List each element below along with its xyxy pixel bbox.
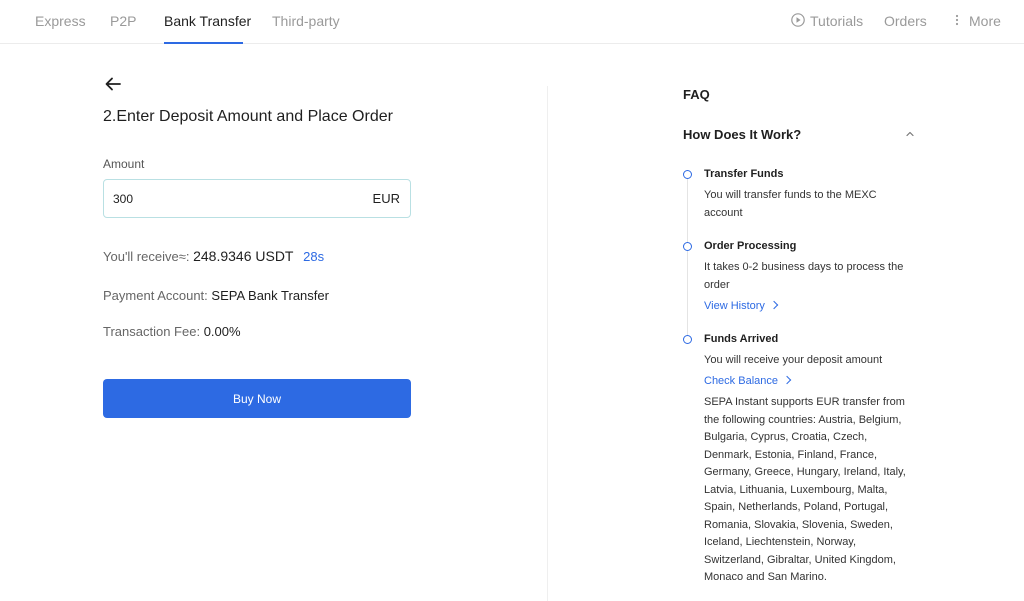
tab-bank-transfer[interactable]: Bank Transfer	[164, 13, 251, 29]
payment-value: SEPA Bank Transfer	[211, 288, 329, 303]
step-desc-order-processing: It takes 0-2 business days to process th…	[704, 261, 904, 291]
fee-label: Transaction Fee:	[103, 324, 201, 339]
page-title: 2.Enter Deposit Amount and Place Order	[103, 108, 393, 125]
check-balance-link[interactable]: Check Balance	[704, 375, 792, 387]
fee-row: Transaction Fee: 0.00%	[103, 324, 241, 339]
check-balance-label: Check Balance	[704, 375, 778, 387]
orders-link[interactable]: Orders	[884, 13, 927, 29]
play-circle-icon[interactable]	[791, 13, 805, 27]
amount-label: Amount	[103, 157, 145, 171]
amount-currency: EUR	[372, 191, 400, 206]
receive-label: You'll receive≈:	[103, 249, 190, 264]
step-dot	[683, 242, 692, 251]
amount-input[interactable]	[113, 180, 353, 217]
column-divider	[547, 86, 548, 601]
tab-third-party[interactable]: Third-party	[272, 13, 340, 29]
chevron-right-icon	[782, 375, 792, 385]
payment-row: Payment Account: SEPA Bank Transfer	[103, 288, 329, 303]
step-desc-transfer-funds: You will transfer funds to the MEXC acco…	[704, 189, 877, 219]
arrow-left-icon[interactable]	[104, 75, 122, 93]
chevron-right-icon	[769, 300, 779, 310]
receive-value: 248.9346 USDT	[193, 248, 294, 264]
receive-row: You'll receive≈: 248.9346 USDT 28s	[103, 248, 324, 264]
step-title-order-processing: Order Processing	[704, 240, 797, 252]
tab-express[interactable]: Express	[35, 13, 86, 29]
fee-value: 0.00%	[203, 324, 241, 339]
step-title-funds-arrived: Funds Arrived	[704, 333, 779, 345]
sepa-countries-note: SEPA Instant supports EUR transfer from …	[704, 396, 906, 583]
quote-countdown: 28s	[303, 249, 325, 264]
step-desc-funds-arrived: You will receive your deposit amount	[704, 354, 883, 366]
top-nav: Express P2P Bank Transfer Third-party Tu…	[0, 0, 1024, 44]
tutorials-link[interactable]: Tutorials	[810, 13, 863, 29]
step-dot	[683, 335, 692, 344]
view-history-link[interactable]: View History	[704, 300, 779, 312]
faq-title: FAQ	[683, 87, 710, 102]
timeline-line	[687, 178, 688, 338]
chevron-up-icon[interactable]	[905, 129, 915, 139]
payment-label: Payment Account:	[103, 288, 208, 303]
more-menu[interactable]: More	[969, 13, 1001, 29]
amount-field: EUR	[103, 179, 411, 218]
step-dot	[683, 170, 692, 179]
active-tab-indicator	[164, 42, 243, 44]
more-vertical-icon[interactable]	[954, 13, 960, 27]
step-title-transfer-funds: Transfer Funds	[704, 168, 784, 180]
tab-p2p[interactable]: P2P	[110, 13, 136, 29]
faq-question[interactable]: How Does It Work?	[683, 127, 801, 142]
view-history-label: View History	[704, 300, 765, 312]
buy-now-button[interactable]: Buy Now	[103, 379, 411, 418]
